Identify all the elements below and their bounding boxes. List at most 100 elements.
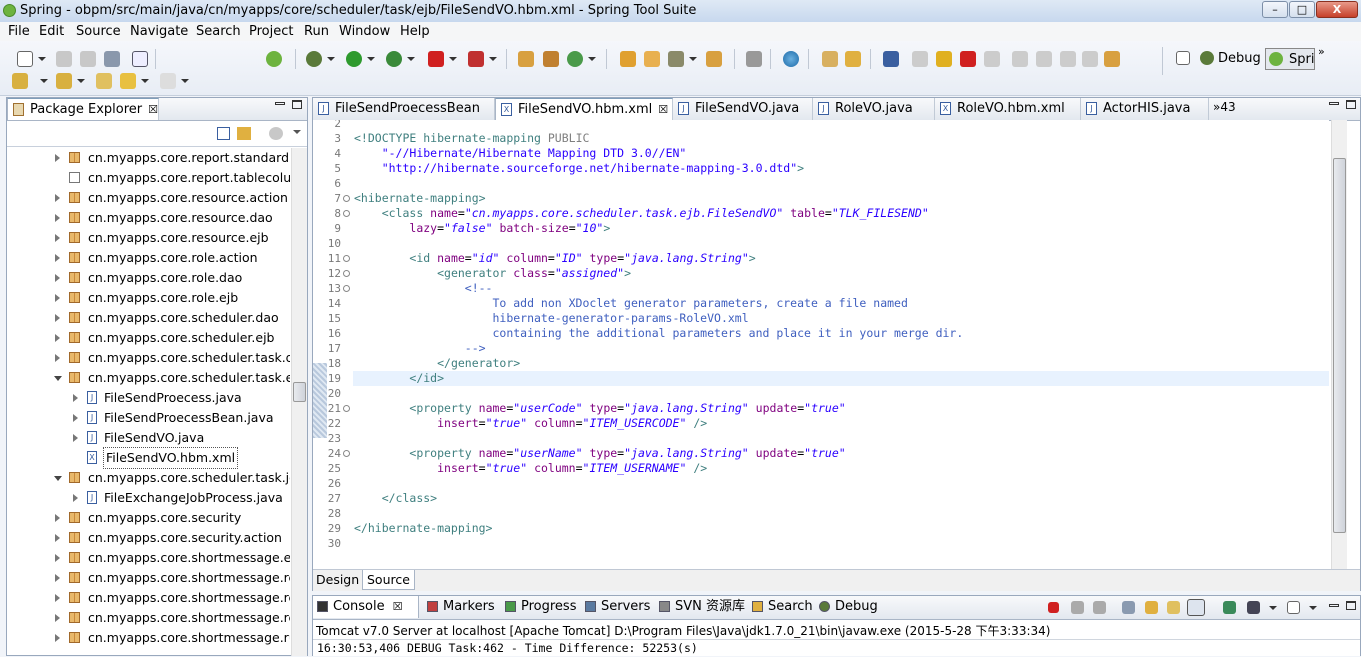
minimize-view-icon[interactable] [275,102,285,105]
perspective-overflow[interactable]: » [1318,45,1325,58]
fold-collapse-icon[interactable] [343,270,350,277]
binary-icon[interactable] [132,51,148,67]
fold-collapse-icon[interactable] [343,405,350,412]
collapsed-twisty-icon[interactable] [55,574,60,582]
step-return-icon[interactable] [1060,51,1076,67]
collapsed-twisty-icon[interactable] [55,294,60,302]
open-task-icon[interactable] [706,51,722,67]
close-icon[interactable]: ☒ [393,600,403,613]
chevron-down-icon[interactable] [449,57,457,61]
step-into-icon[interactable] [1012,51,1028,67]
collapsed-twisty-icon[interactable] [55,154,60,162]
debug-bug-icon[interactable] [306,51,322,67]
tree-item[interactable]: X FileSendVO.hbm.xml [7,447,290,469]
tree-item[interactable]: cn.myapps.core.security.action [7,528,290,548]
step-over-icon[interactable] [1036,51,1052,67]
open-perspective-icon[interactable] [1176,51,1190,65]
chevron-down-icon[interactable] [1309,606,1317,610]
run-icon[interactable] [346,51,362,67]
chevron-down-icon[interactable] [141,79,149,83]
tree-item[interactable]: cn.myapps.core.report.tablecolumn [7,168,290,188]
minimize-view-icon[interactable] [1329,102,1339,105]
editor-tab[interactable]: J ActorHIS.java [1081,98,1209,120]
show-console-on-output-icon[interactable] [1187,599,1205,616]
tree-item[interactable]: cn.myapps.core.role.action [7,248,290,268]
chevron-down-icon[interactable] [588,57,596,61]
scrollbar-thumb[interactable] [293,382,306,402]
editor-tab[interactable]: J FileSendProecessBean [313,98,495,120]
collapsed-twisty-icon[interactable] [73,394,78,402]
chevron-down-icon[interactable] [689,57,697,61]
expanded-twisty-icon[interactable] [54,376,62,381]
fold-collapse-icon[interactable] [343,285,350,292]
tab-package-explorer[interactable]: Package Explorer ☒ [7,98,159,120]
tab-search[interactable]: Search [748,596,813,618]
resume-icon[interactable] [912,51,928,67]
menu-window[interactable]: Window [339,24,390,39]
new-icon[interactable] [17,51,33,67]
paint-icon[interactable] [746,51,762,67]
spring-leaf-icon[interactable] [266,51,282,67]
terminate-icon[interactable] [960,51,976,67]
tree-item[interactable]: cn.myapps.core.scheduler.ejb [7,328,290,348]
menu-navigate[interactable]: Navigate [130,24,188,39]
previous-annotation-icon[interactable] [845,51,861,67]
collapsed-twisty-icon[interactable] [55,334,60,342]
tree-item[interactable]: J FileSendProecessBean.java [7,408,290,428]
maximize-view-icon[interactable] [292,100,302,109]
new-java-project-icon[interactable] [518,51,534,67]
package-explorer-scrollbar[interactable] [291,148,307,656]
minimize-view-icon[interactable] [1329,604,1339,607]
source-editor[interactable]: 2 3 <!DOCTYPE hibernate-mapping PUBLIC 4 "-… [313,120,1329,570]
display-selected-console-icon[interactable] [1247,601,1260,614]
disconnect-icon[interactable] [984,51,1000,67]
perspective-debug[interactable]: Debug [1218,51,1261,66]
link-with-editor-icon[interactable] [237,127,251,140]
maximize-view-icon[interactable] [1346,601,1356,610]
collapsed-twisty-icon[interactable] [55,554,60,562]
open-folder-icon[interactable] [644,51,660,67]
focus-icon[interactable] [269,127,283,140]
collapsed-twisty-icon[interactable] [55,194,60,202]
close-icon[interactable]: ☒ [658,103,668,116]
maximize-button[interactable]: □ [1289,1,1315,18]
tree-item[interactable]: cn.myapps.core.scheduler.task.ejb [7,368,290,388]
scrollbar-thumb[interactable] [1333,158,1346,533]
forward-arrow-icon[interactable] [160,73,176,89]
tab-svn-repository[interactable]: SVN 资源库 [655,596,745,618]
tree-item[interactable]: cn.myapps.core.scheduler.dao [7,308,290,328]
chevron-down-icon[interactable] [38,57,46,61]
remove-launch-icon[interactable] [1071,601,1084,614]
tab-source[interactable]: Source [362,570,415,590]
tree-item[interactable]: cn.myapps.core.shortmessage.rece [7,588,290,608]
open-type-icon[interactable] [620,51,636,67]
editor-tab[interactable]: J RoleVO.java [813,98,935,120]
tree-item[interactable]: cn.myapps.core.scheduler.task.dao [7,348,290,368]
collapsed-twisty-icon[interactable] [55,254,60,262]
fold-collapse-icon[interactable] [343,255,350,262]
menu-run[interactable]: Run [304,24,329,39]
tree-item[interactable]: cn.myapps.core.shortmessage.rece [7,568,290,588]
collapsed-twisty-icon[interactable] [55,534,60,542]
next-annotation-icon[interactable] [12,73,28,89]
server-icon[interactable] [468,51,484,67]
expanded-twisty-icon[interactable] [54,476,62,481]
suspend-icon[interactable] [936,51,952,67]
maximize-view-icon[interactable] [1346,100,1356,109]
tree-item[interactable]: cn.myapps.core.role.dao [7,268,290,288]
skip-breakpoints-icon[interactable] [883,51,899,67]
close-icon[interactable]: ☒ [148,103,158,116]
collapsed-twisty-icon[interactable] [55,354,60,362]
terminate-icon[interactable] [1048,602,1059,613]
word-wrap-icon[interactable] [1167,601,1180,614]
scroll-lock-icon[interactable] [1145,601,1158,614]
annotation-icon[interactable] [822,51,838,67]
perspective-spring-button[interactable]: Spri [1265,48,1315,70]
tree-item[interactable]: cn.myapps.core.security [7,508,290,528]
close-button[interactable]: X [1316,1,1358,18]
tab-design[interactable]: Design [316,572,359,587]
collapsed-twisty-icon[interactable] [55,234,60,242]
editor-tab-overflow[interactable]: »43 [1213,100,1236,114]
drop-to-frame-icon[interactable] [1082,51,1098,67]
tab-markers[interactable]: Markers [423,596,495,618]
